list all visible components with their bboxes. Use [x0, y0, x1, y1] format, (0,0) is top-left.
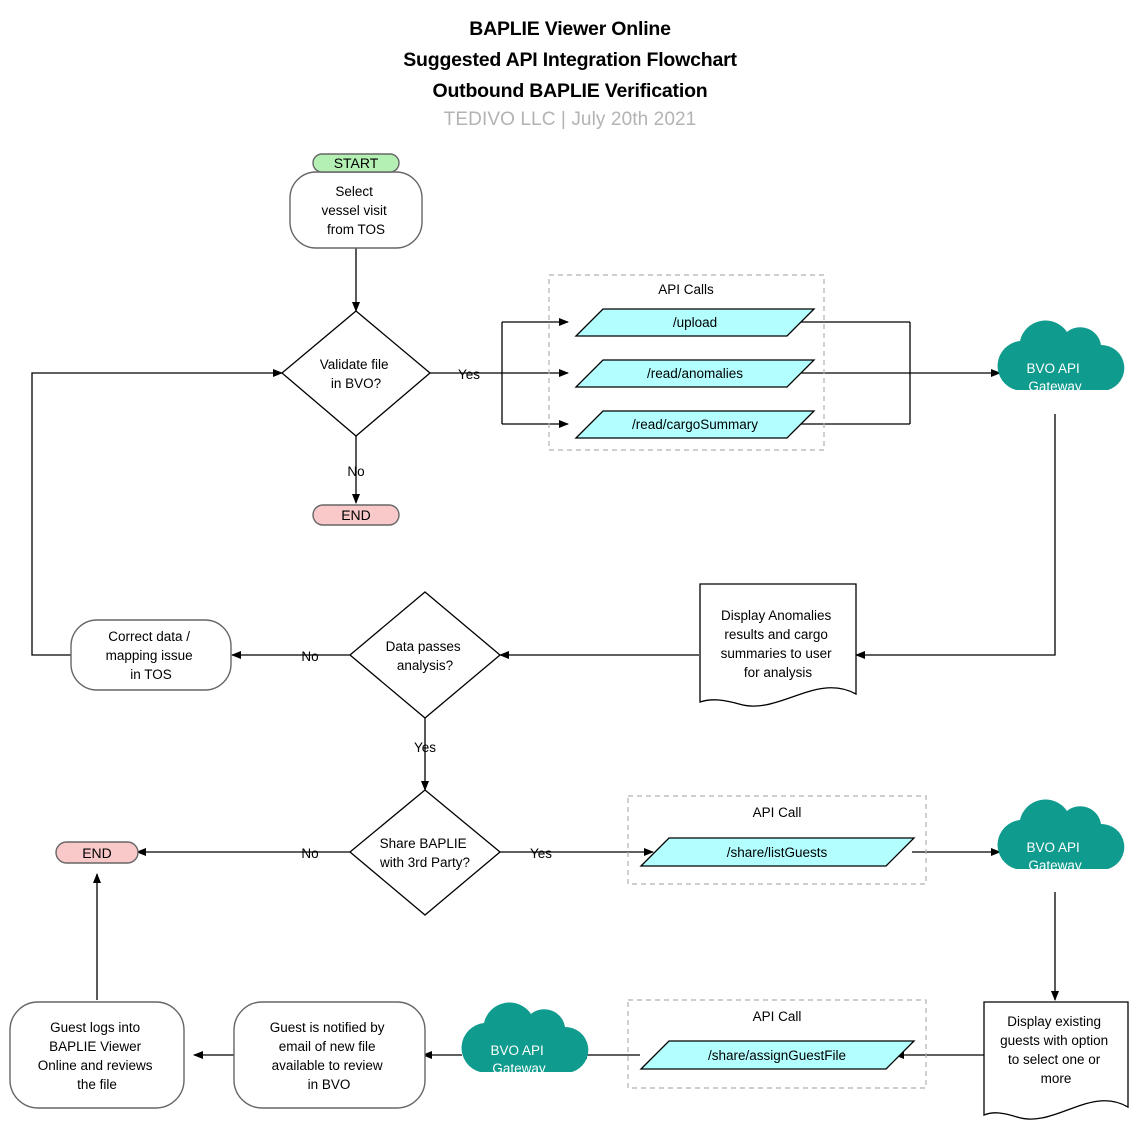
node-api-upload-label: /upload [673, 315, 717, 330]
node-guest-notified-shape [233, 1001, 426, 1109]
node-end-top-label: END [341, 507, 371, 523]
start-badge-label: START [334, 155, 379, 171]
node-api-read-anomalies[interactable]: /read/anomalies [574, 359, 816, 388]
node-end-bottom: END [55, 841, 139, 864]
flowchart-canvas: BAPLIE Viewer Online Suggested API Integ… [0, 0, 1140, 1131]
node-api-read-cargo-summary[interactable]: /read/cargoSummary [574, 410, 816, 439]
api-calls-group-1-label: API Calls [658, 282, 714, 297]
node-select-vessel[interactable]: Select vessel visit from TOS [289, 171, 423, 249]
api-call-group-2-label: API Call [753, 805, 802, 820]
edge-label-share-yes: Yes [530, 846, 552, 861]
edge-label-validate-no: No [347, 464, 364, 479]
flowchart-svg: API Calls API Call API Call Select vesse… [9, 153, 1129, 1120]
edge-cloud1-to-document [855, 414, 1056, 659]
node-api-list-guests[interactable]: /share/listGuests [639, 837, 916, 867]
node-cloud-gateway-1[interactable]: BVO API Gateway [997, 320, 1125, 394]
node-end-bottom-label: END [82, 845, 112, 861]
edge-correct-loop-validate [31, 369, 283, 656]
node-api-upload[interactable]: /upload [574, 308, 816, 337]
edge-label-analysis-no: No [301, 649, 318, 664]
node-api-read-anomalies-label: /read/anomalies [647, 366, 743, 381]
node-share-decision[interactable]: Share BAPLIE with 3rd Party? [348, 789, 502, 916]
node-data-passes-decision[interactable]: Data passes analysis? [348, 591, 502, 719]
node-cloud-gateway-2[interactable]: BVO API Gateway [997, 799, 1125, 873]
node-validate-decision[interactable]: Validate file in BVO? [280, 310, 432, 437]
node-cloud-gateway-3[interactable]: BVO API Gateway [461, 1002, 589, 1076]
node-display-anomalies[interactable]: Display Anomalies results and cargo summ… [699, 583, 857, 707]
node-data-passes-decision-shape [348, 591, 502, 719]
node-correct-data[interactable]: Correct data / mapping issue in TOS [70, 619, 232, 691]
node-api-read-cargo-summary-label: /read/cargoSummary [632, 417, 758, 432]
start-badge: START [312, 153, 400, 173]
node-display-existing-guests[interactable]: Display existing guests with option to s… [983, 1001, 1129, 1120]
node-guest-logs-in-shape [9, 1001, 185, 1109]
edge-label-validate-yes: Yes [458, 367, 480, 382]
node-share-decision-shape [348, 789, 502, 916]
edge-label-analysis-yes: Yes [414, 740, 436, 755]
api-call-group-3-label: API Call [753, 1009, 802, 1024]
node-validate-decision-shape [280, 310, 432, 437]
node-api-list-guests-label: /share/listGuests [727, 845, 828, 860]
edge-label-share-no: No [301, 846, 318, 861]
node-api-assign-guest-file-label: /share/assignGuestFile [708, 1048, 846, 1063]
node-guest-notified[interactable]: Guest is notified by email of new file a… [233, 1001, 426, 1109]
node-end-top: END [312, 504, 400, 526]
node-api-assign-guest-file[interactable]: /share/assignGuestFile [639, 1040, 916, 1070]
node-guest-logs-in[interactable]: Guest logs into BAPLIE Viewer Online and… [9, 1001, 185, 1109]
